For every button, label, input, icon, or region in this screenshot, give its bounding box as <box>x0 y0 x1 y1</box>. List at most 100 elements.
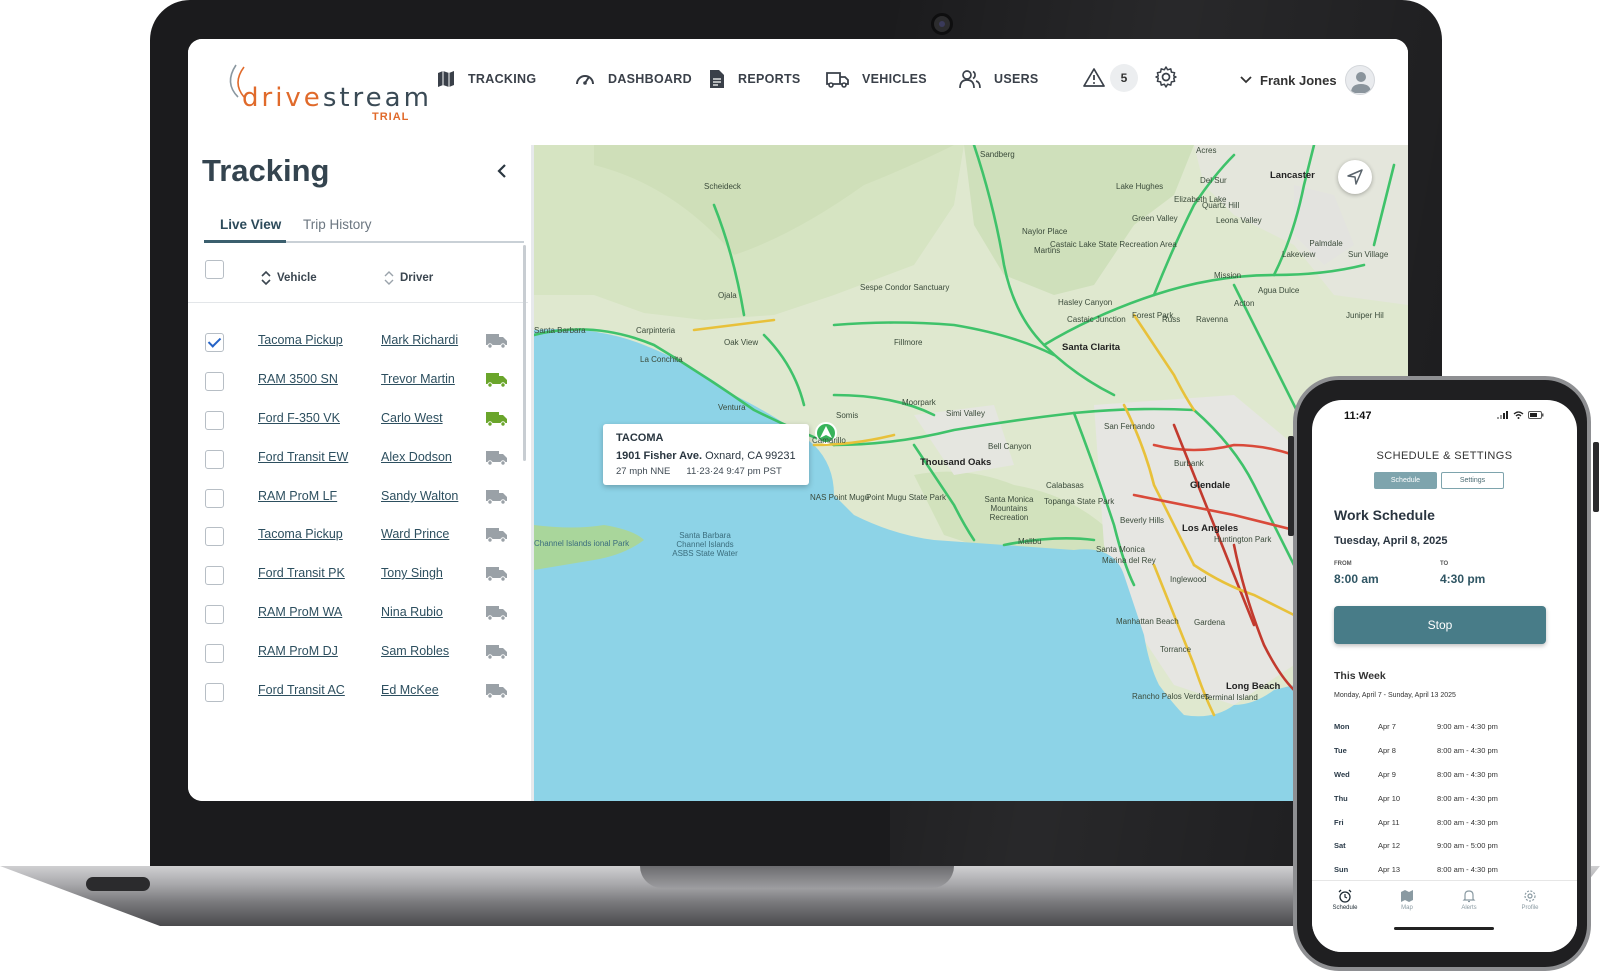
drivestream-logo[interactable]: drivestream TRIAL <box>222 59 429 123</box>
driver-link[interactable]: Tony Singh <box>381 566 443 580</box>
table-row[interactable]: RAM 3500 SN Trevor Martin <box>188 362 528 400</box>
table-row[interactable]: RAM ProM DJ Sam Robles <box>188 634 528 672</box>
map-place-label: Glendale <box>1190 480 1231 491</box>
truck-status-icon <box>486 567 507 582</box>
sort-icon <box>261 270 271 286</box>
locate-button[interactable] <box>1338 160 1372 194</box>
tab-profile[interactable]: Profile <box>1510 889 1550 911</box>
truck-status-icon <box>486 528 507 543</box>
table-row[interactable]: Ford F-350 VK Carlo West <box>188 401 528 439</box>
map-place-label: Quartz Hill <box>1202 201 1240 210</box>
tracking-sidebar: Tracking Live View Trip History Vehicle … <box>188 145 534 801</box>
table-row[interactable]: Ford Transit PK Tony Singh <box>188 556 528 594</box>
row-checkbox[interactable] <box>205 450 224 469</box>
row-checkbox[interactable] <box>205 644 224 663</box>
nav-reports[interactable]: REPORTS <box>708 65 801 93</box>
row-checkbox[interactable] <box>205 605 224 624</box>
table-row[interactable]: Tacoma Pickup Mark Richardi <box>188 323 528 361</box>
nav-tracking[interactable]: TRACKING <box>436 65 536 93</box>
driver-link[interactable]: Trevor Martin <box>381 372 455 386</box>
vehicle-column-label: Vehicle <box>277 272 317 284</box>
table-row[interactable]: Ford Transit EW Alex Dodson <box>188 440 528 478</box>
map-place-label: Calabasas <box>1046 481 1084 490</box>
map-place-label: Martins <box>1034 246 1061 255</box>
vehicle-link[interactable]: RAM 3500 SN <box>258 372 338 386</box>
vehicle-link[interactable]: RAM ProM WA <box>258 605 342 619</box>
map-place-label: Torrance <box>1160 645 1192 654</box>
row-checkbox[interactable] <box>205 566 224 585</box>
map-place-label: Palmdale <box>1309 239 1343 248</box>
nav-reports-label: REPORTS <box>738 72 801 86</box>
map-place-label: Ventura <box>718 403 746 412</box>
table-row[interactable]: Ford Transit AC Ed McKee <box>188 673 528 711</box>
driver-column-header[interactable]: Driver <box>384 270 433 286</box>
driver-link[interactable]: Ed McKee <box>381 683 439 697</box>
segment-schedule[interactable]: Schedule <box>1374 472 1437 489</box>
map-place-label: Inglewood <box>1170 575 1207 584</box>
map-place-label: Santa Monica Mountains Recreation <box>984 495 1034 522</box>
row-checkbox[interactable] <box>205 683 224 702</box>
gear-icon[interactable] <box>1154 65 1178 89</box>
vehicle-link[interactable]: Ford F-350 VK <box>258 411 340 425</box>
tab-schedule[interactable]: Schedule <box>1325 889 1365 911</box>
map-place-label: Malibu <box>1018 537 1042 546</box>
phone-title: SCHEDULE & SETTINGS <box>1376 450 1513 462</box>
schedule-date-cell: Apr 13 <box>1378 865 1401 874</box>
vehicle-link[interactable]: Tacoma Pickup <box>258 527 343 541</box>
row-checkbox[interactable] <box>205 489 224 508</box>
vehicle-link[interactable]: Tacoma Pickup <box>258 333 343 347</box>
map-place-label: Rancho Palos Verdes <box>1132 692 1209 701</box>
driver-link[interactable]: Ward Prince <box>381 527 449 541</box>
tab-map[interactable]: Map <box>1387 889 1427 911</box>
row-checkbox[interactable] <box>205 372 224 391</box>
warning-icon[interactable] <box>1083 67 1105 87</box>
nav-dashboard[interactable]: DASHBOARD <box>574 65 692 93</box>
vehicle-link[interactable]: Ford Transit EW <box>258 450 348 464</box>
vehicle-link[interactable]: RAM ProM LF <box>258 489 337 503</box>
webcam <box>931 13 953 35</box>
table-row[interactable]: Tacoma Pickup Ward Prince <box>188 517 528 555</box>
truck-status-icon <box>486 606 507 621</box>
map-place-label: Somis <box>836 411 859 420</box>
driver-link[interactable]: Mark Richardi <box>381 333 458 347</box>
driver-link[interactable]: Sam Robles <box>381 644 449 658</box>
scrollbar[interactable] <box>523 245 526 461</box>
vehicle-popup[interactable]: TACOMA 1901 Fisher Ave. Oxnard, CA 99231… <box>603 424 809 485</box>
product-mockup: drivestream TRIAL TRACKING DASHBOARD REP… <box>0 0 1600 971</box>
row-checkbox[interactable] <box>205 333 224 352</box>
row-checkbox[interactable] <box>205 527 224 546</box>
vehicle-link[interactable]: Ford Transit PK <box>258 566 345 580</box>
tab-trip-history[interactable]: Trip History <box>303 217 372 232</box>
bell-icon <box>1462 890 1476 903</box>
schedule-day: Sun <box>1334 865 1349 874</box>
driver-link[interactable]: Nina Rubio <box>381 605 443 619</box>
vehicle-link[interactable]: RAM ProM DJ <box>258 644 338 658</box>
map-place-label: Topanga State Park <box>1044 497 1115 506</box>
driver-link[interactable]: Alex Dodson <box>381 450 452 464</box>
driver-link[interactable]: Carlo West <box>381 411 443 425</box>
vehicle-link[interactable]: Ford Transit AC <box>258 683 345 697</box>
nav-users[interactable]: USERS <box>958 65 1039 93</box>
segment-settings[interactable]: Settings <box>1441 472 1504 489</box>
tab-alerts[interactable]: Alerts <box>1449 889 1489 911</box>
map-place-label: Agua Dulce <box>1258 286 1300 295</box>
map-place-label: La Conchita <box>640 355 683 364</box>
tab-live-view[interactable]: Live View <box>220 217 281 232</box>
select-all-checkbox[interactable] <box>205 260 224 279</box>
table-row[interactable]: RAM ProM LF Sandy Walton <box>188 479 528 517</box>
table-row[interactable]: RAM ProM WA Nina Rubio <box>188 595 528 633</box>
truck-status-icon <box>486 645 507 660</box>
collapse-chevron-icon[interactable] <box>496 163 508 179</box>
vehicle-column-header[interactable]: Vehicle <box>261 270 317 286</box>
nav-vehicles[interactable]: VEHICLES <box>826 65 927 93</box>
map-place-label: Huntington Park <box>1214 535 1272 544</box>
map-place-label: Simi Valley <box>946 409 985 418</box>
alert-count-badge[interactable]: 5 <box>1110 64 1138 92</box>
row-checkbox[interactable] <box>205 411 224 430</box>
schedule-day: Tue <box>1334 746 1347 755</box>
stop-button[interactable]: Stop <box>1334 606 1546 644</box>
user-menu[interactable]: Frank Jones <box>1240 65 1375 95</box>
map-view[interactable]: TACOMA 1901 Fisher Ave. Oxnard, CA 99231… <box>534 145 1408 801</box>
driver-link[interactable]: Sandy Walton <box>381 489 458 503</box>
schedule-row: Sat Apr 12 9:00 am - 5:00 pm <box>1334 841 1554 855</box>
